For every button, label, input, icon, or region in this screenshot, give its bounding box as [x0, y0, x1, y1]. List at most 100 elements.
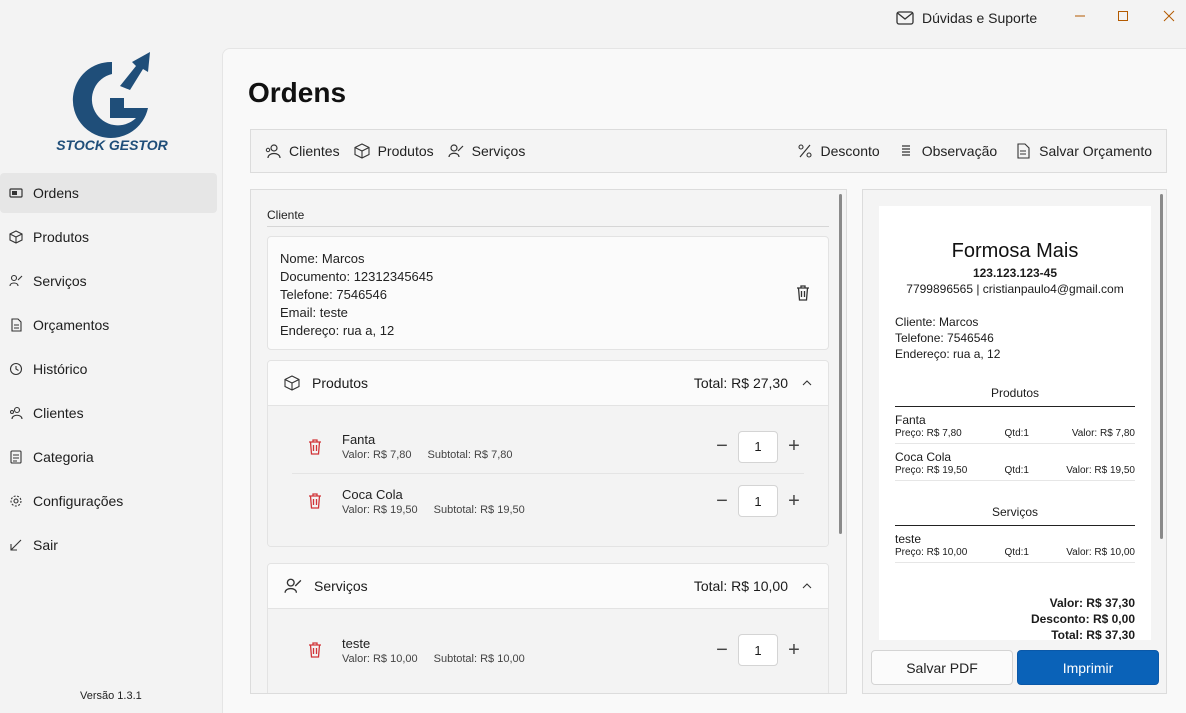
trash-icon[interactable]: [308, 493, 322, 509]
products-title: Produtos: [312, 375, 369, 391]
quantity-input[interactable]: 1: [738, 634, 778, 666]
add-client-label: Clientes: [289, 143, 340, 159]
trash-icon[interactable]: [796, 285, 810, 301]
sidebar-item-orcamentos[interactable]: Orçamentos: [0, 305, 217, 345]
receipt-item-name: Fanta: [895, 413, 926, 427]
editor-scrollbar[interactable]: [839, 194, 842, 534]
product-row: Coca Cola Valor: R$ 19,50 Subtotal: R$ 19…: [292, 474, 804, 528]
receipt-service-item: teste Preço: R$ 10,00 Qtd:1 Valor: R$ 10…: [895, 526, 1135, 563]
discount-button[interactable]: Desconto: [795, 143, 882, 159]
increment-button[interactable]: +: [784, 490, 804, 512]
chevron-up-icon[interactable]: [802, 583, 812, 589]
print-button[interactable]: Imprimir: [1017, 650, 1159, 685]
mail-icon: [896, 11, 914, 25]
box-icon: [9, 230, 23, 244]
close-icon[interactable]: [1157, 6, 1181, 26]
service-icon: [448, 144, 464, 158]
box-icon: [354, 143, 370, 159]
quantity-stepper: − 1 +: [712, 430, 804, 463]
service-icon: [9, 274, 23, 287]
svg-text:STOCK GESTOR: STOCK GESTOR: [56, 137, 168, 153]
add-service-label: Serviços: [471, 143, 526, 159]
add-client-button[interactable]: Clientes: [263, 143, 342, 159]
quantity-input[interactable]: 1: [738, 430, 778, 463]
orders-icon: [9, 188, 23, 198]
sidebar-item-categoria[interactable]: Categoria: [0, 437, 217, 477]
receipt-item-value: Valor: R$ 7,80: [1071, 428, 1135, 439]
client-address: Endereço: rua a, 12: [280, 323, 395, 338]
decrement-button[interactable]: −: [712, 639, 732, 661]
products-expander-header[interactable]: Produtos Total: R$ 27,30: [268, 361, 828, 406]
sidebar-item-historico[interactable]: Histórico: [0, 349, 217, 389]
chevron-up-icon[interactable]: [802, 380, 812, 386]
receipt-item-value: Valor: R$ 10,00: [1066, 547, 1135, 558]
receipt-item-qty: Qtd:1: [1004, 428, 1029, 439]
notes-icon: [901, 145, 910, 156]
receipt-preview-panel: Formosa Mais 123.123.123-45 7799896565 |…: [862, 189, 1167, 694]
sidebar-item-ordens[interactable]: Ordens: [0, 173, 217, 213]
save-budget-label: Salvar Orçamento: [1039, 143, 1152, 159]
receipt-scrollbar[interactable]: [1160, 194, 1163, 539]
services-title: Serviços: [314, 578, 368, 594]
sidebar-item-label: Configurações: [33, 493, 124, 509]
receipt-products-title: Produtos: [895, 386, 1135, 407]
add-service-button[interactable]: Serviços: [446, 143, 528, 159]
budget-icon: [11, 318, 22, 332]
receipt-product-item: Coca Cola Preço: R$ 19,50 Qtd:1 Valor: R…: [895, 444, 1135, 481]
receipt-company-name: Formosa Mais: [951, 240, 1079, 262]
page-title: Ordens: [248, 77, 347, 108]
order-editor-panel: Cliente Nome: Marcos Documento: 12312345…: [250, 189, 847, 694]
sidebar: STOCK GESTOR Ordens Produtos Serviços Or…: [0, 40, 222, 713]
sidebar-item-label: Serviços: [33, 273, 87, 289]
sidebar-item-label: Categoria: [33, 449, 94, 465]
clients-icon: [10, 406, 23, 420]
sidebar-item-produtos[interactable]: Produtos: [0, 217, 217, 257]
decrement-button[interactable]: −: [712, 490, 732, 512]
brand-logo: STOCK GESTOR: [40, 48, 185, 158]
product-name: Fanta: [342, 432, 376, 447]
receipt-company-doc: 123.123.123-45: [972, 266, 1058, 280]
receipt-client-phone: Telefone: 7546546: [895, 331, 994, 345]
maximize-icon[interactable]: [1111, 6, 1135, 26]
sidebar-item-configuracoes[interactable]: Configurações: [0, 481, 217, 521]
decrement-button[interactable]: −: [712, 435, 732, 457]
sidebar-item-label: Sair: [33, 537, 58, 553]
save-pdf-button[interactable]: Salvar PDF: [871, 650, 1013, 685]
products-total: Total: R$ 27,30: [693, 375, 788, 391]
services-expander-header[interactable]: Serviços Total: R$ 10,00: [268, 564, 828, 609]
receipt-product-item: Fanta Preço: R$ 7,80 Qtd:1 Valor: R$ 7,8…: [895, 407, 1135, 444]
client-phone: Telefone: 7546546: [280, 287, 387, 302]
trash-icon[interactable]: [308, 438, 322, 455]
receipt-item-price: Preço: R$ 10,00: [895, 547, 968, 558]
add-product-label: Produtos: [377, 143, 434, 159]
service-name: teste: [342, 635, 371, 651]
observation-label: Observação: [921, 143, 998, 159]
sidebar-item-servicos[interactable]: Serviços: [0, 261, 217, 301]
receipt-item-price: Preço: R$ 7,80: [895, 428, 962, 439]
client-email: Email: teste: [280, 305, 348, 320]
sidebar-item-clientes[interactable]: Clientes: [0, 393, 217, 433]
sidebar-item-sair[interactable]: Sair: [0, 525, 217, 565]
clients-icon: [265, 144, 281, 159]
increment-button[interactable]: +: [784, 639, 804, 661]
sidebar-item-label: Clientes: [33, 405, 84, 421]
increment-button[interactable]: +: [784, 435, 804, 457]
observation-button[interactable]: Observação: [896, 143, 999, 159]
box-icon: [284, 375, 300, 391]
support-label: Dúvidas e Suporte: [922, 10, 1038, 26]
client-card: Nome: Marcos Documento: 12312345645 Tele…: [267, 236, 829, 350]
receipt-client-info: Cliente: Marcos Telefone: 7546546 Endere…: [879, 314, 1151, 362]
sidebar-item-label: Orçamentos: [33, 317, 110, 333]
main-content: Ordens Clientes Produtos Serviços Descon…: [222, 48, 1186, 713]
support-link[interactable]: Dúvidas e Suporte: [896, 10, 1037, 26]
quantity-input[interactable]: 1: [738, 485, 778, 517]
gear-icon: [10, 495, 22, 507]
receipt-total: Total: R$ 37,30: [1051, 628, 1135, 640]
services-list: teste Valor: R$ 10,00 Subtotal: R$ 10,00 …: [268, 609, 828, 693]
trash-icon[interactable]: [308, 642, 322, 658]
add-product-button[interactable]: Produtos: [352, 143, 436, 159]
quantity-stepper: − 1 +: [712, 485, 804, 517]
clock-icon: [9, 362, 23, 376]
minimize-icon[interactable]: [1068, 6, 1092, 26]
save-budget-button[interactable]: Salvar Orçamento: [1013, 143, 1154, 159]
